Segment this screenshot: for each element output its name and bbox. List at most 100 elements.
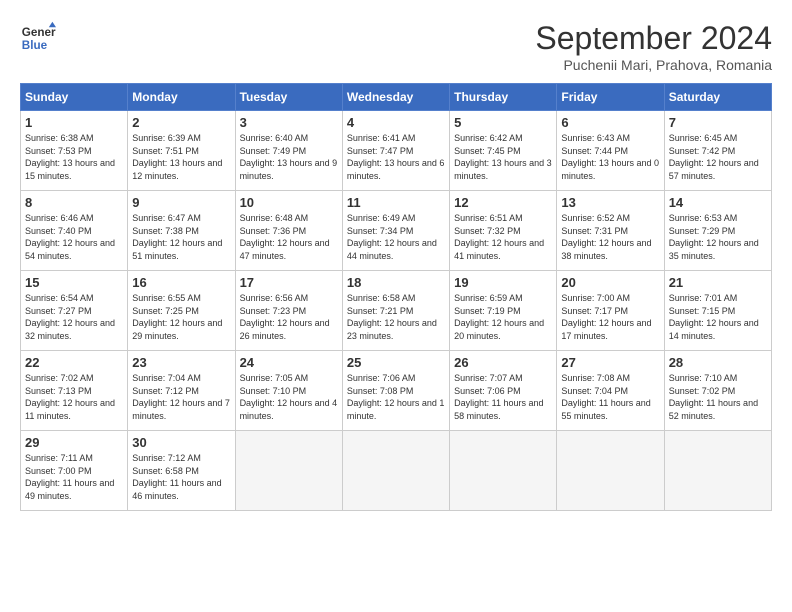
svg-text:Blue: Blue: [22, 39, 48, 52]
day-number: 3: [240, 115, 338, 130]
day-info: Sunrise: 6:49 AMSunset: 7:34 PMDaylight:…: [347, 212, 445, 262]
day-number: 11: [347, 195, 445, 210]
calendar-cell: 5Sunrise: 6:42 AMSunset: 7:45 PMDaylight…: [450, 111, 557, 191]
calendar-week-2: 8 Sunrise: 6:46 AMSunset: 7:40 PMDaylight…: [21, 191, 772, 271]
day-info: Sunrise: 7:01 AMSunset: 7:15 PMDaylight:…: [669, 292, 767, 342]
day-info: Sunrise: 6:54 AMSunset: 7:27 PMDaylight:…: [25, 292, 123, 342]
calendar-cell: 3Sunrise: 6:40 AMSunset: 7:49 PMDaylight…: [235, 111, 342, 191]
day-info: Sunrise: 6:51 AMSunset: 7:32 PMDaylight:…: [454, 212, 552, 262]
calendar-cell: [664, 431, 771, 511]
day-number: 23: [132, 355, 230, 370]
day-number: 19: [454, 275, 552, 290]
day-number: 17: [240, 275, 338, 290]
day-info: Sunrise: 6:46 AMSunset: 7:40 PMDaylight:…: [25, 212, 123, 262]
day-number: 4: [347, 115, 445, 130]
calendar-cell: [450, 431, 557, 511]
day-info: Sunrise: 7:08 AMSunset: 7:04 PMDaylight:…: [561, 372, 659, 422]
calendar-cell: 11 Sunrise: 6:49 AMSunset: 7:34 PMDayligh…: [342, 191, 449, 271]
weekday-header-wednesday: Wednesday: [342, 84, 449, 111]
day-number: 13: [561, 195, 659, 210]
day-number: 7: [669, 115, 767, 130]
day-number: 24: [240, 355, 338, 370]
day-info: Sunrise: 6:42 AMSunset: 7:45 PMDaylight:…: [454, 132, 552, 182]
calendar-cell: 2 Sunrise: 6:39 AMSunset: 7:51 PMDaylight…: [128, 111, 235, 191]
calendar-cell: 21 Sunrise: 7:01 AMSunset: 7:15 PMDayligh…: [664, 271, 771, 351]
day-number: 14: [669, 195, 767, 210]
day-info: Sunrise: 6:43 AMSunset: 7:44 PMDaylight:…: [561, 132, 659, 182]
calendar-cell: 13 Sunrise: 6:52 AMSunset: 7:31 PMDayligh…: [557, 191, 664, 271]
day-number: 10: [240, 195, 338, 210]
day-info: Sunrise: 6:41 AMSunset: 7:47 PMDaylight:…: [347, 132, 445, 182]
calendar-cell: 10 Sunrise: 6:48 AMSunset: 7:36 PMDayligh…: [235, 191, 342, 271]
day-info: Sunrise: 6:45 AMSunset: 7:42 PMDaylight:…: [669, 132, 767, 182]
calendar-cell: 14 Sunrise: 6:53 AMSunset: 7:29 PMDayligh…: [664, 191, 771, 271]
day-info: Sunrise: 7:07 AMSunset: 7:06 PMDaylight:…: [454, 372, 552, 422]
calendar-cell: 30Sunrise: 7:12 AMSunset: 6:58 PMDayligh…: [128, 431, 235, 511]
calendar-cell: 22 Sunrise: 7:02 AMSunset: 7:13 PMDayligh…: [21, 351, 128, 431]
day-info: Sunrise: 6:58 AMSunset: 7:21 PMDaylight:…: [347, 292, 445, 342]
calendar-cell: 29Sunrise: 7:11 AMSunset: 7:00 PMDayligh…: [21, 431, 128, 511]
day-info: Sunrise: 6:38 AMSunset: 7:53 PMDaylight:…: [25, 132, 123, 182]
day-info: Sunrise: 6:55 AMSunset: 7:25 PMDaylight:…: [132, 292, 230, 342]
day-number: 16: [132, 275, 230, 290]
calendar-cell: [342, 431, 449, 511]
logo: General Blue: [20, 20, 56, 56]
page-header: General Blue September 2024 Puchenii Mar…: [20, 20, 772, 73]
day-info: Sunrise: 6:53 AMSunset: 7:29 PMDaylight:…: [669, 212, 767, 262]
day-number: 25: [347, 355, 445, 370]
day-info: Sunrise: 7:00 AMSunset: 7:17 PMDaylight:…: [561, 292, 659, 342]
day-info: Sunrise: 7:12 AMSunset: 6:58 PMDaylight:…: [132, 452, 230, 502]
calendar-cell: 24 Sunrise: 7:05 AMSunset: 7:10 PMDayligh…: [235, 351, 342, 431]
calendar-cell: 26Sunrise: 7:07 AMSunset: 7:06 PMDayligh…: [450, 351, 557, 431]
day-info: Sunrise: 6:52 AMSunset: 7:31 PMDaylight:…: [561, 212, 659, 262]
calendar-cell: 19 Sunrise: 6:59 AMSunset: 7:19 PMDayligh…: [450, 271, 557, 351]
calendar-week-3: 15 Sunrise: 6:54 AMSunset: 7:27 PMDayligh…: [21, 271, 772, 351]
day-number: 27: [561, 355, 659, 370]
location: Puchenii Mari, Prahova, Romania: [535, 57, 772, 73]
calendar-cell: 20 Sunrise: 7:00 AMSunset: 7:17 PMDayligh…: [557, 271, 664, 351]
day-info: Sunrise: 6:59 AMSunset: 7:19 PMDaylight:…: [454, 292, 552, 342]
calendar-table: SundayMondayTuesdayWednesdayThursdayFrid…: [20, 83, 772, 511]
calendar-week-1: 1 Sunrise: 6:38 AMSunset: 7:53 PMDaylight…: [21, 111, 772, 191]
day-number: 22: [25, 355, 123, 370]
day-info: Sunrise: 6:39 AMSunset: 7:51 PMDaylight:…: [132, 132, 230, 182]
weekday-header-friday: Friday: [557, 84, 664, 111]
day-info: Sunrise: 7:06 AMSunset: 7:08 PMDaylight:…: [347, 372, 445, 422]
month-title: September 2024: [535, 20, 772, 57]
day-number: 9: [132, 195, 230, 210]
calendar-cell: 18 Sunrise: 6:58 AMSunset: 7:21 PMDayligh…: [342, 271, 449, 351]
calendar-cell: 9 Sunrise: 6:47 AMSunset: 7:38 PMDaylight…: [128, 191, 235, 271]
day-info: Sunrise: 7:11 AMSunset: 7:00 PMDaylight:…: [25, 452, 123, 502]
day-number: 1: [25, 115, 123, 130]
day-number: 8: [25, 195, 123, 210]
day-number: 18: [347, 275, 445, 290]
calendar-cell: 16 Sunrise: 6:55 AMSunset: 7:25 PMDayligh…: [128, 271, 235, 351]
calendar-cell: 28Sunrise: 7:10 AMSunset: 7:02 PMDayligh…: [664, 351, 771, 431]
day-info: Sunrise: 7:04 AMSunset: 7:12 PMDaylight:…: [132, 372, 230, 422]
weekday-header-thursday: Thursday: [450, 84, 557, 111]
day-info: Sunrise: 7:05 AMSunset: 7:10 PMDaylight:…: [240, 372, 338, 422]
day-number: 2: [132, 115, 230, 130]
weekday-header-row: SundayMondayTuesdayWednesdayThursdayFrid…: [21, 84, 772, 111]
calendar-week-5: 29Sunrise: 7:11 AMSunset: 7:00 PMDayligh…: [21, 431, 772, 511]
day-number: 21: [669, 275, 767, 290]
calendar-cell: [557, 431, 664, 511]
weekday-header-sunday: Sunday: [21, 84, 128, 111]
day-number: 20: [561, 275, 659, 290]
day-info: Sunrise: 6:47 AMSunset: 7:38 PMDaylight:…: [132, 212, 230, 262]
calendar-cell: 15 Sunrise: 6:54 AMSunset: 7:27 PMDayligh…: [21, 271, 128, 351]
day-number: 12: [454, 195, 552, 210]
day-info: Sunrise: 7:02 AMSunset: 7:13 PMDaylight:…: [25, 372, 123, 422]
calendar-cell: 27 Sunrise: 7:08 AMSunset: 7:04 PMDayligh…: [557, 351, 664, 431]
day-number: 15: [25, 275, 123, 290]
calendar-cell: 1 Sunrise: 6:38 AMSunset: 7:53 PMDaylight…: [21, 111, 128, 191]
day-info: Sunrise: 6:48 AMSunset: 7:36 PMDaylight:…: [240, 212, 338, 262]
day-info: Sunrise: 7:10 AMSunset: 7:02 PMDaylight:…: [669, 372, 767, 422]
weekday-header-saturday: Saturday: [664, 84, 771, 111]
calendar-cell: 8 Sunrise: 6:46 AMSunset: 7:40 PMDaylight…: [21, 191, 128, 271]
svg-text:General: General: [22, 26, 56, 39]
weekday-header-tuesday: Tuesday: [235, 84, 342, 111]
calendar-cell: [235, 431, 342, 511]
calendar-cell: 6Sunrise: 6:43 AMSunset: 7:44 PMDaylight…: [557, 111, 664, 191]
calendar-cell: 4 Sunrise: 6:41 AMSunset: 7:47 PMDaylight…: [342, 111, 449, 191]
